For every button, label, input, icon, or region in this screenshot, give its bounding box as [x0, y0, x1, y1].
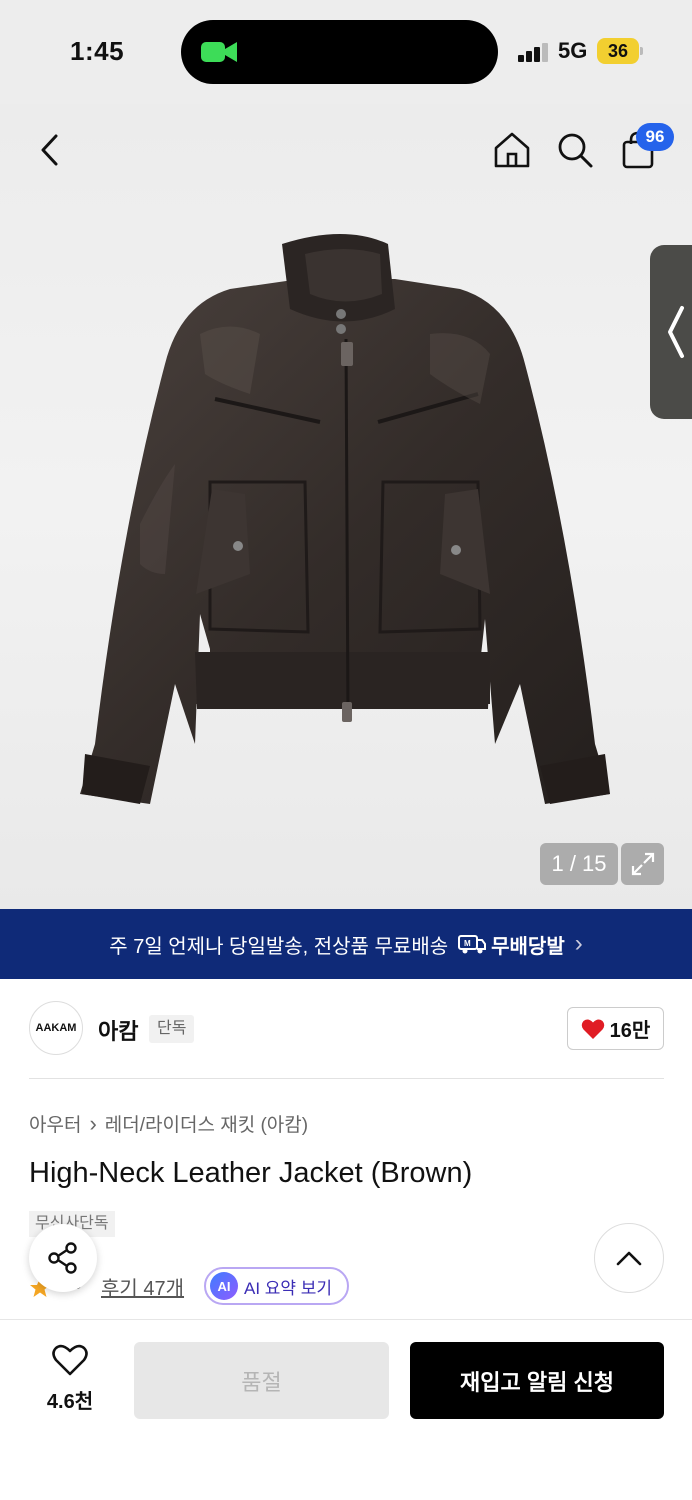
breadcrumb: 아우터 › 레더/라이더스 재킷 (아캄): [29, 1110, 308, 1137]
brand-like-button[interactable]: 16만: [567, 1007, 664, 1050]
breadcrumb-subcategory[interactable]: 레더/라이더스 재킷 (아캄): [105, 1110, 308, 1137]
share-icon: [48, 1242, 77, 1274]
search-icon: [558, 133, 593, 168]
home-button[interactable]: [490, 128, 534, 172]
scroll-top-button[interactable]: [594, 1223, 664, 1293]
delivery-truck-icon: M: [458, 935, 487, 954]
brand-like-count: 16만: [609, 1020, 651, 1042]
expand-icon: [631, 852, 654, 876]
heart-filled-icon: [581, 1019, 604, 1039]
banner-text: 주 7일 언제나 당일발송, 전상품 무료배송: [109, 935, 449, 958]
share-button[interactable]: [29, 1224, 97, 1292]
ai-summary-button[interactable]: AI AI 요약 보기: [204, 1267, 349, 1305]
product-title: High-Neck Leather Jacket (Brown): [29, 1157, 473, 1189]
banner-arrow-icon: ›: [574, 930, 583, 957]
dynamic-island: [181, 20, 498, 84]
battery-icon: 36: [597, 38, 643, 64]
restock-alert-button[interactable]: 재입고 알림 신청: [410, 1342, 664, 1419]
chevron-left-icon: [41, 134, 58, 166]
free-delivery-logo: M 무배당발: [458, 930, 565, 959]
video-camera-icon: [201, 42, 237, 62]
cart-count-badge: 96: [636, 123, 674, 151]
image-counter: 1 / 15: [540, 843, 618, 885]
brand-exclusive-tag: 단독: [149, 1015, 195, 1043]
brand-logo[interactable]: AAKAM: [29, 1001, 83, 1055]
network-label: 5G: [558, 38, 588, 63]
wishlist-count: 4.6천: [46, 1391, 94, 1413]
status-bar: 1:45 5G 36: [0, 0, 692, 104]
status-time: 1:45: [70, 36, 125, 66]
review-count-link[interactable]: 후기 47개: [101, 1272, 184, 1301]
svg-text:M: M: [464, 939, 471, 948]
divider: [29, 1078, 664, 1079]
breadcrumb-separator-icon: ›: [89, 1110, 97, 1136]
ai-summary-label: AI 요약 보기: [244, 1278, 333, 1298]
chevron-up-icon: [616, 1251, 642, 1266]
side-panel-handle[interactable]: [650, 245, 692, 419]
battery-level: 36: [597, 38, 639, 64]
product-image-gallery[interactable]: [0, 104, 692, 909]
soldout-button: 품절: [134, 1342, 389, 1419]
home-icon: [494, 132, 530, 168]
chevron-left-icon: [668, 306, 684, 358]
expand-button[interactable]: [621, 843, 664, 885]
breadcrumb-category[interactable]: 아우터: [29, 1110, 81, 1137]
heart-outline-icon: [52, 1344, 88, 1376]
brand-name[interactable]: 아캄: [98, 1014, 138, 1046]
delivery-banner[interactable]: 주 7일 언제나 당일발송, 전상품 무료배송 M 무배당발 ›: [0, 909, 692, 979]
back-button[interactable]: [28, 128, 72, 172]
wishlist-button[interactable]: 4.6천: [36, 1344, 104, 1414]
ai-chip-icon: AI: [210, 1272, 238, 1300]
product-image: [80, 234, 610, 804]
free-delivery-logo-text: 무배당발: [491, 935, 565, 958]
signal-icon: [518, 43, 548, 62]
search-button[interactable]: [553, 128, 597, 172]
